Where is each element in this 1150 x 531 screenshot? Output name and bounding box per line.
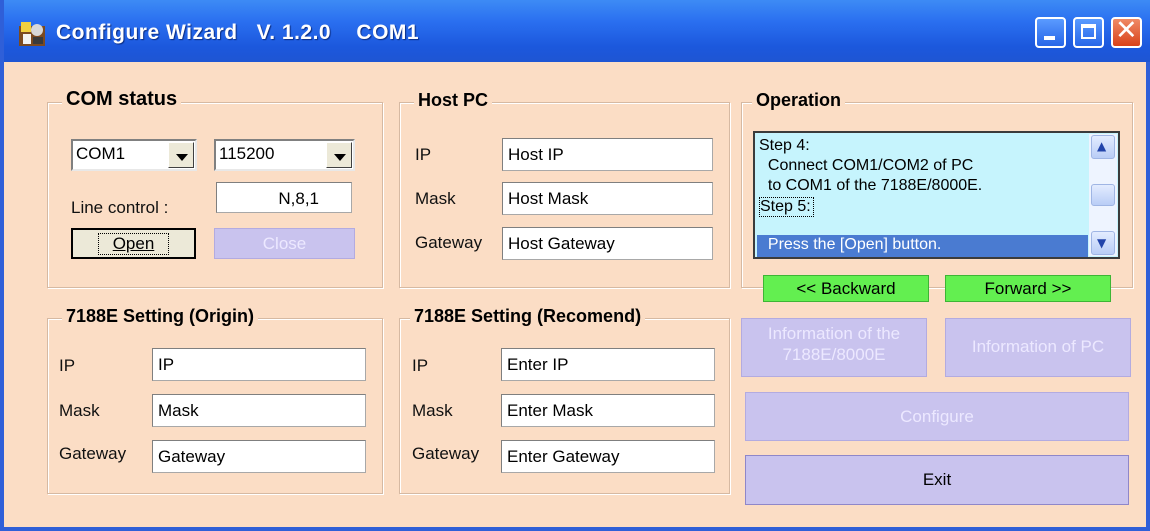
line-control-label: Line control :	[71, 198, 169, 217]
origin-mask-label: Mask	[59, 401, 100, 420]
recommend-ip-field[interactable]: Enter IP	[501, 348, 715, 381]
configure-button[interactable]: Configure	[745, 392, 1129, 441]
configure-label: Configure	[900, 407, 974, 426]
info-device-button[interactable]: Information of the 7188E/8000E	[741, 318, 927, 377]
recommend-gateway-field[interactable]: Enter Gateway	[501, 440, 715, 473]
chevron-up-icon: ▲	[1097, 139, 1107, 153]
operation-title: Operation	[752, 90, 846, 111]
com-status-title: COM status	[62, 88, 182, 111]
com-port-select[interactable]: COM1	[71, 139, 197, 171]
list-item: Press the [Open] button.	[759, 236, 942, 253]
baud-rate-select[interactable]: 115200	[214, 139, 355, 171]
list-item: to COM1 of the 7188E/8000E.	[759, 177, 983, 194]
info-pc-label: Information of PC	[971, 337, 1105, 356]
origin-gateway-field[interactable]: Gateway	[152, 440, 366, 473]
chevron-down-icon: ▼	[1097, 236, 1107, 250]
chevron-down-icon[interactable]	[168, 142, 194, 168]
list-item: Connect COM1/COM2 of PC	[759, 157, 974, 174]
info-device-label-1: Information of the	[767, 324, 901, 343]
recommend-settings-title: 7188E Setting (Recomend)	[410, 306, 646, 327]
info-device-label-2: 7188E/8000E	[782, 345, 886, 364]
title-bar[interactable]: Configure Wizard V. 1.2.0 COM1 ✕	[4, 0, 1150, 62]
exit-label: Exit	[922, 470, 952, 489]
app-icon	[19, 22, 45, 46]
close-icon: ✕	[1115, 15, 1138, 46]
scrollbar[interactable]: ▲ ▼	[1089, 134, 1117, 256]
line-control-field: N,8,1	[216, 182, 352, 213]
origin-mask-field[interactable]: Mask	[152, 394, 366, 427]
recommend-mask-label: Mask	[412, 401, 453, 420]
info-pc-button[interactable]: Information of PC	[945, 318, 1131, 377]
exit-button[interactable]: Exit	[745, 455, 1129, 505]
close-port-label: Close	[262, 234, 307, 253]
scroll-up-button[interactable]: ▲	[1091, 135, 1115, 159]
forward-label: Forward >>	[984, 279, 1072, 298]
backward-label: << Backward	[796, 279, 896, 298]
minimize-icon	[1044, 36, 1055, 40]
window-title: Configure Wizard V. 1.2.0 COM1	[56, 21, 420, 44]
host-pc-title: Host PC	[414, 90, 493, 111]
list-item: Step 4:	[759, 137, 810, 154]
recommend-gateway-label: Gateway	[412, 444, 480, 463]
chevron-down-icon[interactable]	[326, 142, 352, 168]
host-ip-label: IP	[415, 145, 432, 164]
origin-gateway-label: Gateway	[59, 444, 127, 463]
baud-rate-value: 115200	[219, 144, 275, 163]
forward-button[interactable]: Forward >>	[945, 275, 1111, 302]
minimize-button[interactable]	[1035, 17, 1066, 48]
instruction-list[interactable]: Step 4: Connect COM1/COM2 of PC to COM1 …	[753, 131, 1120, 259]
maximize-icon	[1081, 24, 1096, 39]
host-mask-field[interactable]: Host Mask	[502, 182, 713, 215]
host-ip-field[interactable]: Host IP	[502, 138, 713, 171]
list-item: Step 5:	[759, 197, 814, 217]
host-gateway-label: Gateway	[415, 233, 483, 252]
host-mask-label: Mask	[415, 189, 456, 208]
close-port-button[interactable]: Close	[214, 228, 355, 259]
scroll-thumb[interactable]	[1091, 184, 1115, 206]
app-window: Configure Wizard V. 1.2.0 COM1 ✕ COM sta…	[0, 0, 1150, 531]
backward-button[interactable]: << Backward	[763, 275, 929, 302]
open-button-label: Open	[97, 233, 170, 255]
maximize-button[interactable]	[1073, 17, 1104, 48]
origin-settings-title: 7188E Setting (Origin)	[62, 306, 259, 327]
scroll-down-button[interactable]: ▼	[1091, 231, 1115, 255]
origin-ip-field[interactable]: IP	[152, 348, 366, 381]
recommend-ip-label: IP	[412, 356, 429, 375]
com-port-value: COM1	[76, 144, 126, 163]
open-button[interactable]: Open	[71, 228, 196, 259]
recommend-mask-field[interactable]: Enter Mask	[501, 394, 715, 427]
host-gateway-field[interactable]: Host Gateway	[502, 227, 713, 260]
close-button[interactable]: ✕	[1111, 15, 1142, 48]
origin-ip-label: IP	[59, 356, 76, 375]
